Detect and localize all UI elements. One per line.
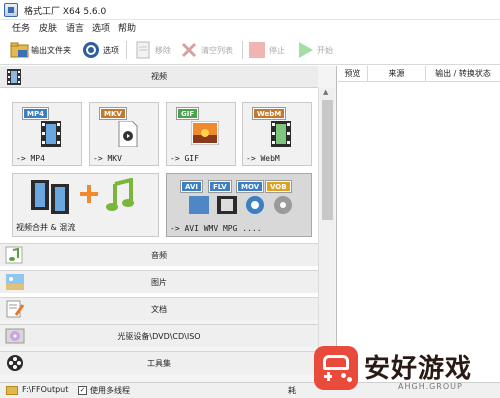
format-badge: AVI xyxy=(181,181,202,192)
tile-label: -> WebM xyxy=(246,154,280,163)
clear-list-button[interactable]: 清空列表 xyxy=(180,39,233,61)
menu-skin[interactable]: 皮肤 xyxy=(39,21,57,34)
menu-bar: 任务 皮肤 语言 选项 帮助 xyxy=(0,20,500,35)
film-strip-icon xyxy=(31,180,75,217)
window-title: 格式工厂 X64 5.6.0 xyxy=(24,7,107,17)
output-folder-button[interactable]: 输出文件夹 xyxy=(10,39,71,61)
task-list[interactable]: 预览 来源 输出 / 转换状态 xyxy=(338,66,500,382)
toolbar: 输出文件夹 选项 移除 清空列表 停止 开始 xyxy=(0,35,500,65)
convert-mkv-tile[interactable]: MKV -> MKV xyxy=(89,102,159,166)
format-badge: FLV xyxy=(209,181,231,192)
folder-icon xyxy=(10,41,29,59)
format-badge: VOB xyxy=(266,181,291,192)
output-path[interactable]: F:\FFOutput xyxy=(22,385,68,394)
category-document-label: 文档 xyxy=(151,305,167,314)
remove-label: 移除 xyxy=(155,45,171,55)
convert-webm-tile[interactable]: WebM -> WebM xyxy=(242,102,312,166)
tile-label: 视频合并 & 混流 xyxy=(16,223,76,232)
media-icons-strip xyxy=(189,194,297,219)
column-source[interactable]: 来源 xyxy=(368,66,426,82)
gamepad-logo-icon xyxy=(314,346,358,390)
category-document[interactable]: 文档 xyxy=(0,297,318,320)
category-image-label: 图片 xyxy=(151,278,167,287)
options-gear-icon xyxy=(82,41,100,59)
scrollbar-thumb[interactable] xyxy=(322,100,333,220)
scroll-up-icon[interactable]: ▲ xyxy=(323,88,328,96)
options-button[interactable]: 选项 xyxy=(82,39,119,61)
category-tools-label: 工具集 xyxy=(147,359,171,368)
output-folder-label: 输出文件夹 xyxy=(31,45,71,55)
category-audio[interactable]: 音频 xyxy=(0,243,318,266)
menu-help[interactable]: 帮助 xyxy=(118,21,136,34)
remove-document-icon xyxy=(134,41,152,59)
music-note-icon xyxy=(105,177,139,217)
convert-gif-tile[interactable]: GIF -> GIF xyxy=(166,102,236,166)
stop-button[interactable]: 停止 xyxy=(248,39,285,61)
format-badge: WebM xyxy=(253,108,286,119)
column-output-status[interactable]: 输出 / 转换状态 xyxy=(426,66,500,82)
function-panel-scrollbar[interactable]: ▲ xyxy=(318,88,335,382)
menu-options[interactable]: 选项 xyxy=(92,21,110,34)
column-preview[interactable]: 预览 xyxy=(338,66,368,82)
play-icon xyxy=(296,41,314,59)
category-video-label: 视频 xyxy=(151,72,167,81)
options-label: 选项 xyxy=(103,45,119,55)
convert-multi-format-tile[interactable]: AVI FLV MOV VOB -> AVI WMV MPG .... xyxy=(166,173,312,237)
clear-list-label: 清空列表 xyxy=(201,45,233,55)
category-image[interactable]: 图片 xyxy=(0,270,318,293)
tile-label: -> AVI WMV MPG .... xyxy=(170,224,262,233)
category-audio-label: 音频 xyxy=(151,251,167,260)
document-icon xyxy=(116,120,140,150)
remove-button[interactable]: 移除 xyxy=(134,39,171,61)
category-tools[interactable]: 工具集 xyxy=(0,351,318,374)
function-panel: 视频 MP4 -> MP4 MKV -> MKV GIF -> GIF WebM… xyxy=(0,66,337,382)
toolbar-separator xyxy=(126,41,127,59)
format-badge: MOV xyxy=(237,181,264,192)
stop-label: 停止 xyxy=(269,45,285,55)
menu-language[interactable]: 语言 xyxy=(66,21,84,34)
category-disc[interactable]: 光驱设备\DVD\CD\ISO xyxy=(0,324,318,347)
app-icon xyxy=(4,3,18,17)
sunset-photo-icon xyxy=(190,120,220,148)
format-badge: GIF xyxy=(177,108,199,119)
film-icon xyxy=(269,121,293,150)
site-watermark: 安好游戏 AHGH.GROUP xyxy=(312,340,498,396)
multithread-label: 使用多线程 xyxy=(90,386,130,395)
category-video-header[interactable]: 视频 xyxy=(0,66,318,88)
tile-label: -> MKV xyxy=(93,154,122,163)
plus-icon xyxy=(79,184,99,207)
watermark-title: 安好游戏 xyxy=(364,354,473,384)
toolbar-separator xyxy=(242,41,243,59)
tile-label: -> GIF xyxy=(170,154,199,163)
watermark-url: AHGH.GROUP xyxy=(398,382,463,391)
stop-icon xyxy=(248,41,266,59)
start-button[interactable]: 开始 xyxy=(296,39,333,61)
folder-icon[interactable] xyxy=(6,386,18,395)
menu-task[interactable]: 任务 xyxy=(12,21,30,34)
format-badge: MKV xyxy=(100,108,126,119)
title-bar: 格式工厂 X64 5.6.0 xyxy=(0,0,500,20)
tile-label: -> MP4 xyxy=(16,154,45,163)
video-merge-tile[interactable]: 视频合并 & 混流 xyxy=(12,173,159,237)
film-icon xyxy=(39,121,63,150)
convert-mp4-tile[interactable]: MP4 -> MP4 xyxy=(12,102,82,166)
multithread-checkbox[interactable]: ✓ xyxy=(78,386,87,395)
start-label: 开始 xyxy=(317,45,333,55)
elapsed-label: 耗 xyxy=(288,386,296,395)
format-badge: MP4 xyxy=(23,108,48,119)
category-disc-label: 光驱设备\DVD\CD\ISO xyxy=(117,332,201,341)
clear-x-icon xyxy=(180,41,198,59)
